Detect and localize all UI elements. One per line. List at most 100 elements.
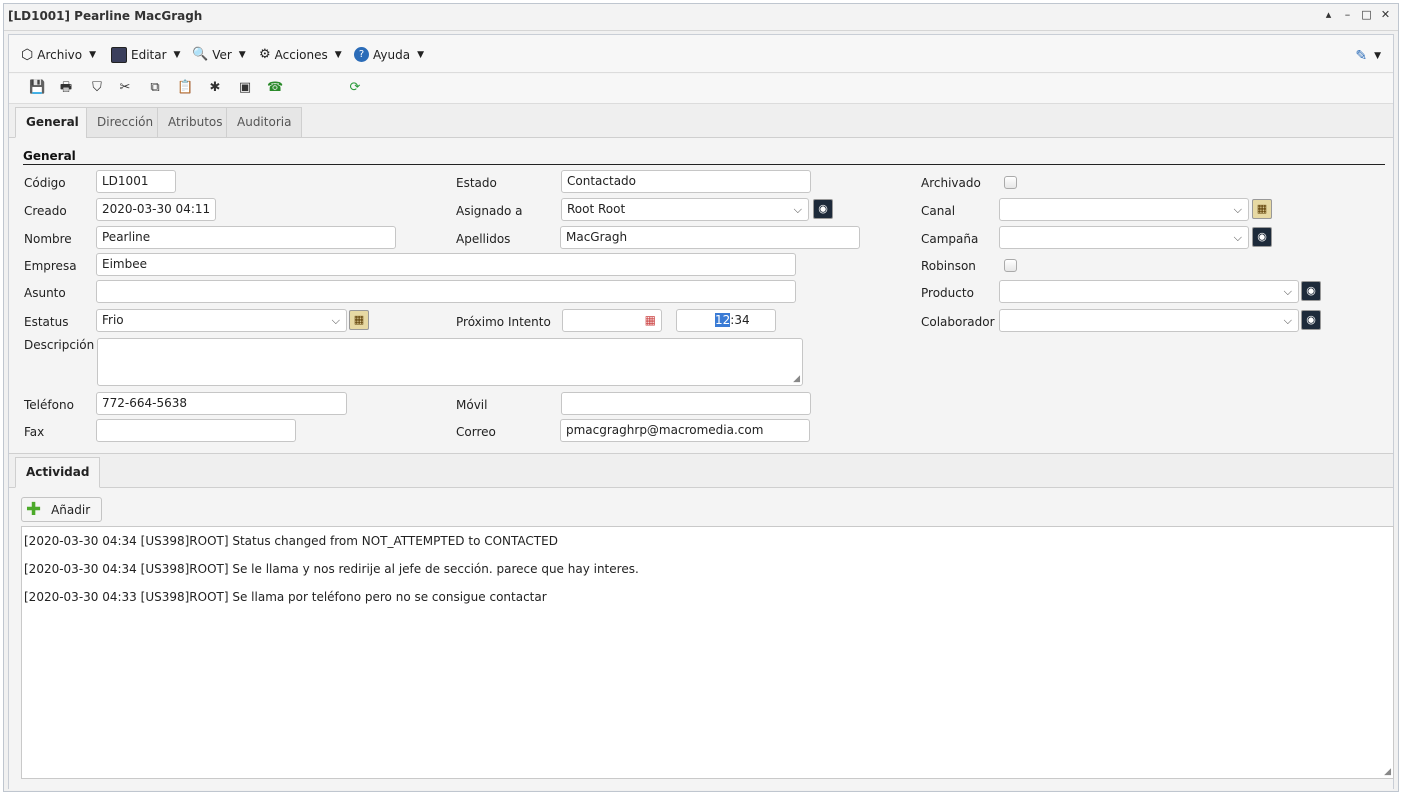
codigo-field[interactable]: LD1001 [96, 170, 176, 193]
estatus-value: Frio [102, 313, 124, 327]
chevron-down-icon: ▼ [238, 49, 246, 60]
chevron-down-icon: ▼ [334, 49, 342, 60]
producto-view-icon[interactable]: ◉ [1301, 281, 1321, 301]
creado-field[interactable]: 2020-03-30 04:11 [96, 198, 216, 221]
tab-direccion[interactable]: Dirección [86, 107, 165, 138]
menu-acciones[interactable]: ⚙ Acciones ▼ [259, 47, 342, 62]
apellidos-field[interactable]: MacGragh [560, 226, 860, 249]
empresa-field[interactable]: Eimbee [96, 253, 796, 276]
canal-select[interactable]: ⌵ [999, 198, 1249, 221]
image-icon[interactable]: ▣ [237, 80, 253, 96]
estado-label: Estado [456, 176, 497, 190]
window-body: ⬡ Archivo ▼ Editar ▼ 🔍 Ver ▼ ⚙ Acciones … [8, 34, 1394, 790]
add-activity-label: Añadir [51, 502, 91, 517]
fax-label: Fax [24, 425, 45, 439]
menu-ayuda[interactable]: ? Ayuda ▼ [354, 47, 424, 62]
asignado-label: Asignado a [456, 204, 523, 218]
nombre-field[interactable]: Pearline [96, 226, 396, 249]
campana-view-icon[interactable]: ◉ [1252, 227, 1272, 247]
tab-auditoria[interactable]: Auditoria [226, 107, 303, 138]
campana-select[interactable]: ⌵ [999, 226, 1249, 249]
tab-actividad[interactable]: Actividad [15, 457, 101, 488]
movil-field[interactable] [561, 392, 811, 415]
archivado-checkbox[interactable] [1004, 176, 1017, 189]
chevron-down-icon: ▼ [1374, 51, 1381, 61]
movil-label: Móvil [456, 398, 488, 412]
bug-icon[interactable]: ✱ [207, 80, 223, 96]
menu-ver[interactable]: 🔍 Ver ▼ [192, 47, 246, 62]
tab-general[interactable]: General [15, 107, 90, 138]
telefono-field[interactable]: 772-664-5638 [96, 392, 347, 415]
asunto-label: Asunto [24, 286, 66, 300]
minimize-icon[interactable]: – [1341, 8, 1354, 21]
log-entry: [2020-03-30 04:33 [US398]ROOT] Se llama … [24, 590, 547, 604]
chevron-down-icon: ⌵ [1233, 203, 1242, 216]
canal-label: Canal [921, 204, 956, 218]
estatus-select[interactable]: Frio ⌵ [96, 309, 347, 332]
chevron-down-icon: ▼ [89, 50, 97, 60]
user-menu[interactable]: ✎ ▼ [1355, 48, 1381, 64]
chevron-down-icon: ▼ [417, 49, 424, 60]
phone-icon[interactable]: ☎ [267, 80, 283, 96]
asignado-value: Root Root [567, 202, 626, 216]
toolbar: 💾 🖶 ⛉ ✂ ⧉ 📋 ✱ ▣ ☎ ⟳ [9, 74, 1393, 104]
refresh-icon[interactable]: ⟳ [347, 80, 363, 96]
add-activity-button[interactable]: ✚ Añadir [21, 497, 102, 522]
proximo-time-field[interactable]: 12:34 [676, 309, 776, 332]
canal-edit-icon[interactable]: ▦ [1252, 199, 1272, 219]
save-icon[interactable]: 💾 [29, 80, 45, 96]
log-entry: [2020-03-30 04:34 [US398]ROOT] Se le lla… [24, 562, 639, 576]
close-icon[interactable]: ✕ [1379, 8, 1392, 21]
producto-select[interactable]: ⌵ [999, 280, 1299, 303]
window-titlebar[interactable]: [LD1001] Pearline MacGragh ▴ – □ ✕ [4, 4, 1398, 31]
estado-field[interactable]: Contactado [561, 170, 811, 193]
descripcion-textarea[interactable]: ◢ [97, 338, 803, 386]
section-title: General [23, 149, 76, 163]
menu-archivo-label: Archivo [37, 48, 83, 62]
colaborador-view-icon[interactable]: ◉ [1301, 310, 1321, 330]
menu-editar-label: Editar [131, 48, 167, 62]
correo-field[interactable]: pmacgraghrp@macromedia.com [560, 419, 810, 442]
apellidos-label: Apellidos [456, 232, 511, 246]
correo-label: Correo [456, 425, 496, 439]
copy-icon[interactable]: ⧉ [147, 80, 163, 96]
maximize-icon[interactable]: □ [1360, 8, 1373, 21]
calendar-icon[interactable]: ▦ [645, 310, 656, 331]
collapse-icon[interactable]: ▴ [1322, 8, 1335, 21]
codigo-label: Código [24, 176, 66, 190]
archivado-label: Archivado [921, 176, 981, 190]
campana-label: Campaña [921, 232, 979, 246]
delete-icon[interactable]: ⛉ [89, 80, 105, 96]
menubar: ⬡ Archivo ▼ Editar ▼ 🔍 Ver ▼ ⚙ Acciones … [9, 35, 1393, 73]
resize-grip-icon[interactable]: ◢ [1384, 767, 1391, 777]
asignado-view-icon[interactable]: ◉ [813, 199, 833, 219]
asunto-field[interactable] [96, 280, 796, 303]
colaborador-select[interactable]: ⌵ [999, 309, 1299, 332]
print-icon[interactable]: 🖶 [58, 80, 74, 96]
estatus-edit-icon[interactable]: ▦ [349, 310, 369, 330]
nombre-label: Nombre [24, 232, 72, 246]
lead-window: [LD1001] Pearline MacGragh ▴ – □ ✕ ⬡ Arc… [3, 3, 1399, 792]
chevron-down-icon: ⌵ [1233, 231, 1242, 244]
menu-ayuda-label: Ayuda [373, 47, 411, 62]
asignado-select[interactable]: Root Root ⌵ [561, 198, 809, 221]
actions-icon: ⚙ [259, 47, 271, 62]
proximo-time-rest: :34 [730, 313, 750, 327]
cut-icon[interactable]: ✂ [117, 80, 133, 96]
robinson-checkbox[interactable] [1004, 259, 1017, 272]
paste-icon[interactable]: 📋 [177, 80, 193, 96]
tab-atributos[interactable]: Atributos [157, 107, 234, 138]
archive-icon: ⬡ [21, 47, 34, 63]
fax-field[interactable] [96, 419, 296, 442]
form-tabbar: General Dirección Atributos Auditoria [9, 104, 1393, 138]
proximo-date-field[interactable]: ▦ [562, 309, 662, 332]
producto-label: Producto [921, 286, 974, 300]
robinson-label: Robinson [921, 259, 976, 273]
menu-editar[interactable]: Editar ▼ [111, 47, 180, 63]
view-icon: 🔍 [192, 47, 209, 62]
activity-log[interactable]: [2020-03-30 04:34 [US398]ROOT] Status ch… [21, 526, 1394, 779]
menu-archivo[interactable]: ⬡ Archivo ▼ [21, 47, 96, 63]
colaborador-label: Colaborador [921, 315, 995, 329]
chevron-down-icon: ⌵ [331, 314, 340, 327]
resize-grip-icon[interactable]: ◢ [793, 374, 800, 384]
